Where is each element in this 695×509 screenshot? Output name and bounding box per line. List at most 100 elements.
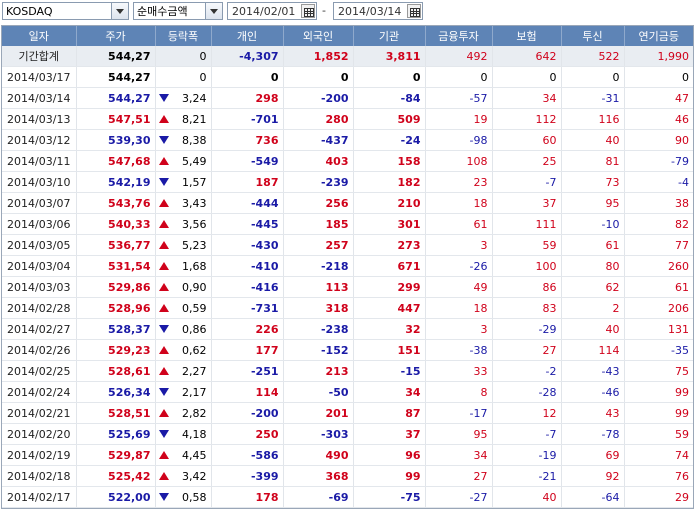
cell-insurance: 27 <box>492 339 562 361</box>
cell-institution: 0 <box>353 66 426 88</box>
col-header-pension[interactable]: 연기금등 <box>624 26 693 46</box>
chevron-down-icon[interactable] <box>111 3 128 19</box>
cell-price: 525,69 <box>76 423 156 445</box>
table-row[interactable]: 2014/02/28 528,96 0,59 -731 318 447 18 83 2 206 <box>2 297 693 319</box>
cell-investment-trust: -78 <box>561 423 625 445</box>
cell-foreign: 213 <box>283 360 354 382</box>
table-row[interactable]: 2014/03/07 543,76 3,43 -444 256 210 18 37 95 38 <box>2 192 693 214</box>
cell-pension: 76 <box>624 465 693 487</box>
market-select-value: KOSDAQ <box>6 5 53 18</box>
chevron-down-icon[interactable] <box>205 3 222 19</box>
cell-investment-trust: 43 <box>561 402 625 424</box>
change-value: 8,21 <box>182 112 207 126</box>
cell-financial-investment: 108 <box>425 150 493 172</box>
up-triangle-icon <box>158 262 169 270</box>
investor-trading-grid: 일자 주가 등락폭 개인 외국인 기관 금융투자 보험 투신 연기금등 기간합계… <box>1 25 694 509</box>
cell-foreign: 113 <box>283 276 354 298</box>
cell-financial-investment: 33 <box>425 360 493 382</box>
cell-date: 2014/03/17 <box>2 66 77 88</box>
col-header-institution[interactable]: 기관 <box>353 26 426 46</box>
table-row[interactable]: 2014/03/14 544,27 3,24 298 -200 -84 -57 34 -31 47 <box>2 87 693 109</box>
end-date-field[interactable]: 2014/03/14 <box>333 2 423 20</box>
table-row[interactable]: 2014/03/12 539,30 8,38 736 -437 -24 -98 60 40 90 <box>2 129 693 151</box>
table-row[interactable]: 2014/03/17 544,27 0 0 0 0 0 0 0 0 <box>2 66 693 88</box>
start-date-value: 2014/02/01 <box>232 5 296 18</box>
table-row[interactable]: 2014/03/06 540,33 3,56 -445 185 301 61 111 -10 82 <box>2 213 693 235</box>
cell-investment-trust: 62 <box>561 276 625 298</box>
cell-insurance: 12 <box>492 402 562 424</box>
cell-insurance: 112 <box>492 108 562 130</box>
cell-insurance: 40 <box>492 486 562 508</box>
cell-insurance: -7 <box>492 423 562 445</box>
table-row[interactable]: 2014/02/18 525,42 3,42 -399 368 99 27 -21 92 76 <box>2 465 693 487</box>
col-header-foreign[interactable]: 외국인 <box>283 26 354 46</box>
table-row[interactable]: 2014/02/20 525,69 4,18 250 -303 37 95 -7 -78 59 <box>2 423 693 445</box>
cell-institution: 3,811 <box>353 46 426 67</box>
col-header-change[interactable]: 등락폭 <box>155 26 212 46</box>
cell-insurance: 25 <box>492 150 562 172</box>
cell-institution: 447 <box>353 297 426 319</box>
cell-institution: 301 <box>353 213 426 235</box>
cell-investment-trust: 95 <box>561 192 625 214</box>
cell-foreign: -200 <box>283 87 354 109</box>
col-header-individual[interactable]: 개인 <box>211 26 284 46</box>
cell-financial-investment: 8 <box>425 381 493 403</box>
cell-foreign: -437 <box>283 129 354 151</box>
cell-insurance: 86 <box>492 276 562 298</box>
table-row[interactable]: 2014/03/04 531,54 1,68 -410 -218 671 -26 100 80 2… <box>2 255 693 277</box>
cell-date: 2014/03/07 <box>2 192 77 214</box>
cell-price: 522,00 <box>76 486 156 508</box>
table-row[interactable]: 2014/02/24 526,34 2,17 114 -50 34 8 -28 -46 99 <box>2 381 693 403</box>
table-row[interactable]: 2014/02/27 528,37 0,86 226 -238 32 3 -29 40 131 <box>2 318 693 340</box>
cell-pension: 77 <box>624 234 693 256</box>
cell-pension: 260 <box>624 255 693 277</box>
table-row[interactable]: 2014/02/21 528,51 2,82 -200 201 87 -17 12 43 99 <box>2 402 693 424</box>
cell-change: 3,43 <box>155 192 212 214</box>
cell-change: 0 <box>155 46 212 67</box>
cell-date: 기간합계 <box>2 46 77 67</box>
cell-change: 8,38 <box>155 129 212 151</box>
table-row[interactable]: 2014/03/11 547,68 5,49 -549 403 158 108 25 81 -79 <box>2 150 693 172</box>
table-row[interactable]: 2014/03/03 529,86 0,90 -416 113 299 49 86 62 61 <box>2 276 693 298</box>
up-triangle-icon <box>158 283 169 291</box>
start-date-field[interactable]: 2014/02/01 <box>227 2 317 20</box>
calendar-icon[interactable] <box>301 4 315 18</box>
cell-financial-investment: 492 <box>425 46 493 67</box>
metric-select[interactable]: 순매수금액 <box>133 2 223 20</box>
col-header-investment-trust[interactable]: 투신 <box>561 26 625 46</box>
table-row[interactable]: 2014/03/13 547,51 8,21 -701 280 509 19 112 116 46 <box>2 108 693 130</box>
cell-financial-investment: -26 <box>425 255 493 277</box>
cell-pension: 46 <box>624 108 693 130</box>
calendar-icon[interactable] <box>407 4 421 18</box>
period-total-row[interactable]: 기간합계 544,27 0 -4,307 1,852 3,811 492 642 522 1,99… <box>2 46 693 67</box>
change-value: 0,86 <box>182 322 207 336</box>
down-triangle-icon <box>158 94 169 102</box>
table-row[interactable]: 2014/02/25 528,61 2,27 -251 213 -15 33 -2 -43 75 <box>2 360 693 382</box>
table-row[interactable]: 2014/03/10 542,19 1,57 187 -239 182 23 -7 73 -4 <box>2 171 693 193</box>
cell-pension: 59 <box>624 423 693 445</box>
up-triangle-icon <box>158 241 169 249</box>
table-row[interactable]: 2014/03/05 536,77 5,23 -430 257 273 3 59 61 77 <box>2 234 693 256</box>
change-value: 5,23 <box>182 238 207 252</box>
col-header-insurance[interactable]: 보험 <box>492 26 562 46</box>
cell-investment-trust: -10 <box>561 213 625 235</box>
cell-change: 5,23 <box>155 234 212 256</box>
col-header-price[interactable]: 주가 <box>76 26 156 46</box>
col-header-financial-investment[interactable]: 금융투자 <box>425 26 493 46</box>
cell-individual: 178 <box>211 486 284 508</box>
cell-pension: 90 <box>624 129 693 151</box>
cell-investment-trust: 0 <box>561 66 625 88</box>
cell-change: 4,18 <box>155 423 212 445</box>
change-value: 3,56 <box>182 217 207 231</box>
cell-financial-investment: 61 <box>425 213 493 235</box>
end-date-value: 2014/03/14 <box>338 5 402 18</box>
cell-investment-trust: 73 <box>561 171 625 193</box>
table-row[interactable]: 2014/02/26 529,23 0,62 177 -152 151 -38 27 114 -3… <box>2 339 693 361</box>
col-header-date[interactable]: 일자 <box>2 26 77 46</box>
cell-institution: 37 <box>353 423 426 445</box>
table-row[interactable]: 2014/02/19 529,87 4,45 -586 490 96 34 -19 69 74 <box>2 444 693 466</box>
cell-price: 547,68 <box>76 150 156 172</box>
cell-individual: -445 <box>211 213 284 235</box>
market-select[interactable]: KOSDAQ <box>2 2 129 20</box>
table-row[interactable]: 2014/02/17 522,00 0,58 178 -69 -75 -27 40 -64 29 <box>2 486 693 508</box>
